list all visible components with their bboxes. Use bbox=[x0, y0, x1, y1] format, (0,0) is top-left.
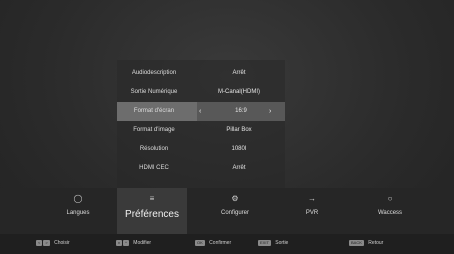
chevron-right-icon[interactable]: › bbox=[269, 102, 271, 121]
globe-icon: ◯ bbox=[73, 194, 83, 203]
list-icon: ≡ bbox=[149, 194, 155, 203]
category-langues[interactable]: ◯ Langues bbox=[48, 188, 108, 234]
category-preferences[interactable]: ≡ Préférences bbox=[117, 188, 187, 234]
hint-confirmer: OK Confirmer bbox=[195, 239, 231, 247]
hint-modifier: v ^ Modifier bbox=[116, 239, 151, 247]
row-label: Format d'écran bbox=[133, 108, 175, 114]
key-right-icon: > bbox=[43, 240, 50, 246]
row-value: Arrêt bbox=[232, 165, 246, 171]
key-up-icon: ^ bbox=[123, 240, 129, 246]
hint-label: Choisir bbox=[54, 240, 70, 246]
row-label: Format d'image bbox=[133, 127, 175, 133]
row-label: Sortie Numérique bbox=[130, 89, 178, 95]
menu-row-resolution[interactable]: Résolution 1080I bbox=[117, 140, 285, 159]
key-down-icon: v bbox=[116, 240, 122, 246]
category-label: Préférences bbox=[125, 209, 179, 220]
key-hints-bar: < > Choisir v ^ Modifier OK Confirmer EXIT… bbox=[0, 234, 454, 254]
row-label: Résolution bbox=[139, 146, 169, 152]
category-label: Waccess bbox=[377, 210, 403, 216]
hint-label: Confirmer bbox=[209, 240, 232, 246]
hint-label: Sortie bbox=[275, 240, 289, 246]
hint-label: Retour bbox=[368, 240, 384, 246]
settings-screen: Audiodescription Arrêt Sortie Numérique … bbox=[0, 0, 454, 254]
hint-retour: BACK Retour bbox=[349, 239, 383, 247]
menu-row-hdmi-cec[interactable]: HDMI CEC Arrêt bbox=[117, 159, 285, 178]
key-back-icon: BACK bbox=[349, 240, 364, 246]
category-pvr[interactable]: → PVR bbox=[282, 188, 342, 234]
row-value: 1080I bbox=[231, 146, 247, 152]
category-configurer[interactable]: ⚙ Configurer bbox=[205, 188, 265, 234]
row-value: Arrêt bbox=[232, 70, 246, 76]
gear-icon: ⚙ bbox=[231, 194, 239, 203]
hint-label: Modifier bbox=[133, 240, 152, 246]
hint-choisir: < > Choisir bbox=[36, 239, 70, 247]
hint-sortie: EXIT Sortie bbox=[258, 239, 288, 247]
person-icon: ○ bbox=[387, 194, 393, 203]
usb-icon: → bbox=[308, 194, 316, 203]
row-label: HDMI CEC bbox=[139, 165, 169, 171]
row-label: Audiodescription bbox=[131, 70, 177, 76]
category-label: PVR bbox=[305, 210, 319, 216]
settings-menu: Audiodescription Arrêt Sortie Numérique … bbox=[117, 60, 285, 188]
category-waccess[interactable]: ○ Waccess bbox=[360, 188, 420, 234]
category-label: Langues bbox=[66, 210, 90, 216]
key-left-icon: < bbox=[36, 240, 43, 246]
menu-row-format-ecran[interactable]: Format d'écran 16:9 ‹ › bbox=[117, 102, 285, 121]
row-value: 16:9 bbox=[197, 102, 285, 121]
menu-row-sortie-numerique[interactable]: Sortie Numérique M-Canal(HDMI) bbox=[117, 83, 285, 102]
category-label: Configurer bbox=[220, 210, 249, 216]
chevron-left-icon[interactable]: ‹ bbox=[199, 102, 201, 121]
row-value: Pillar Box bbox=[226, 127, 252, 133]
menu-row-audiodescription[interactable]: Audiodescription Arrêt bbox=[117, 64, 285, 83]
row-value: M-Canal(HDMI) bbox=[218, 89, 260, 95]
key-exit-icon: EXIT bbox=[258, 240, 271, 246]
key-ok-icon: OK bbox=[195, 240, 205, 246]
menu-row-format-image[interactable]: Format d'image Pillar Box bbox=[117, 121, 285, 140]
